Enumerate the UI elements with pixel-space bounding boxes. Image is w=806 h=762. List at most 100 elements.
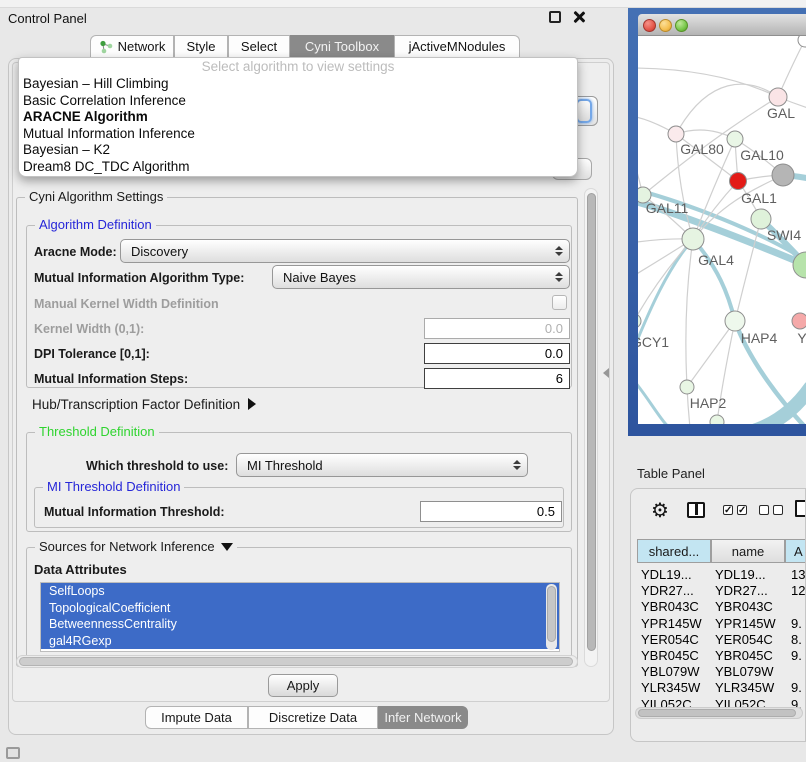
table-cell[interactable]: YDL19... [715, 567, 766, 582]
algorithm-option[interactable]: Dream8 DC_TDC Algorithm [19, 159, 577, 176]
node-label: GAL80 [680, 141, 724, 157]
table-horizontal-scrollbar[interactable] [635, 707, 803, 719]
network-node[interactable] [772, 164, 794, 186]
manual-kernel-checkbox[interactable] [552, 295, 567, 310]
column-header-name[interactable]: name [711, 539, 785, 563]
minimize-traffic-light[interactable] [659, 19, 672, 32]
dpi-tolerance-input[interactable]: 0.0 [424, 343, 570, 364]
table-cell[interactable]: YBR043C [641, 599, 699, 614]
network-node[interactable] [682, 228, 704, 250]
network-edge[interactable] [686, 239, 693, 387]
unchecked-box-icon[interactable] [759, 505, 769, 515]
table-cell[interactable]: YLR345W [715, 680, 774, 695]
settings-vertical-scrollbar[interactable] [584, 188, 598, 667]
threshold-definition-title: Threshold Definition [35, 424, 159, 439]
network-node[interactable] [751, 209, 771, 229]
node-label: HAP2 [690, 395, 727, 411]
table-cell[interactable]: YPR145W [715, 616, 776, 631]
unchecked-box-icon[interactable] [773, 505, 783, 515]
tab-discretize-data[interactable]: Discretize Data [248, 706, 378, 729]
network-node[interactable] [638, 314, 641, 328]
zoom-traffic-light[interactable] [675, 19, 688, 32]
table-cell[interactable]: 8. [791, 632, 802, 647]
kernel-width-input[interactable]: 0.0 [424, 318, 570, 339]
network-edge[interactable] [638, 376, 673, 424]
tab-select[interactable]: Select [228, 35, 290, 58]
checked-box-icon[interactable]: ✓ [737, 505, 747, 515]
algorithm-option[interactable]: Bayesian – Hill Climbing [19, 76, 577, 93]
network-window-titlebar[interactable] [638, 14, 806, 36]
table-cell[interactable]: YDL19... [641, 567, 692, 582]
table-cell[interactable]: 9. [791, 680, 802, 695]
table-cell[interactable]: YBL079W [715, 664, 774, 679]
table-panel: ⚙ ✓ ✓ shared... name A YDL19... YDL19... 1… [630, 488, 806, 742]
network-tab-icon [99, 40, 114, 54]
tab-impute-data[interactable]: Impute Data [145, 706, 248, 729]
tab-infer-network[interactable]: Infer Network [378, 706, 468, 729]
table-cell[interactable]: YBR043C [715, 599, 773, 614]
close-traffic-light[interactable] [643, 19, 656, 32]
network-node[interactable] [727, 131, 743, 147]
table-cell[interactable]: YDR27... [715, 583, 768, 598]
tab-network[interactable]: Network [90, 35, 174, 58]
which-threshold-combo[interactable]: MI Threshold [236, 453, 528, 477]
table-cell[interactable]: YER054C [641, 632, 699, 647]
close-panel-icon[interactable] [572, 10, 586, 24]
combo-spinner-icon [549, 246, 569, 256]
algorithm-option[interactable]: Mutual Information Inference [19, 126, 577, 143]
mi-steps-input[interactable]: 6 [424, 368, 570, 389]
data-attribute-item[interactable]: gal4RGexp [41, 633, 559, 650]
table-cell[interactable]: YLR345W [641, 680, 700, 695]
column-header-shared-name[interactable]: shared... [637, 539, 711, 563]
data-attributes-list[interactable]: SelfLoopsTopologicalCoefficientBetweenne… [40, 582, 560, 652]
data-attribute-item[interactable]: BetweennessCentrality [41, 616, 559, 633]
apply-button[interactable]: Apply [268, 674, 338, 697]
network-canvas[interactable]: GALGAL80GAL10GAL1GAL11SWI4GAL4GCY1HAP4YH… [638, 36, 806, 424]
network-node[interactable] [710, 415, 724, 424]
mi-threshold-input[interactable]: 0.5 [420, 501, 562, 522]
settings-horizontal-scrollbar[interactable] [16, 655, 578, 668]
split-columns-icon[interactable] [687, 502, 705, 518]
table-cell[interactable]: YER054C [715, 632, 773, 647]
table-cell[interactable]: 13 [791, 567, 805, 582]
algorithm-option[interactable]: ARACNE Algorithm [19, 109, 577, 126]
panel-collapse-handle[interactable] [603, 368, 609, 378]
table-cell[interactable]: YBR045C [641, 648, 699, 663]
data-attributes-label: Data Attributes [34, 562, 127, 577]
document-icon[interactable] [795, 500, 806, 517]
checked-box-icon[interactable]: ✓ [723, 505, 733, 515]
node-label: Y [797, 330, 806, 346]
hub-definition-expander[interactable]: Hub/Transcription Factor Definition [32, 397, 256, 412]
table-cell[interactable]: YDR27... [641, 583, 694, 598]
table-cell[interactable]: YPR145W [641, 616, 702, 631]
table-cell[interactable]: YBL079W [641, 664, 700, 679]
sources-title-row[interactable]: Sources for Network Inference [35, 539, 237, 554]
network-node[interactable] [680, 380, 694, 394]
aracne-mode-combo[interactable]: Discovery [120, 239, 570, 263]
table-cell[interactable]: YBR045C [715, 648, 773, 663]
network-node[interactable] [798, 36, 806, 47]
minimized-panel-icon[interactable] [6, 747, 20, 759]
network-edge[interactable] [676, 84, 778, 134]
network-node[interactable] [725, 311, 745, 331]
float-panel-icon[interactable] [549, 11, 561, 23]
column-header-clipped[interactable]: A [785, 539, 806, 563]
network-node[interactable] [792, 313, 806, 329]
data-attribute-item[interactable]: TopologicalCoefficient [41, 600, 559, 617]
tab-cyni-toolbox[interactable]: Cyni Toolbox [290, 35, 394, 58]
attributes-list-scrollbar[interactable] [546, 584, 557, 650]
network-node[interactable] [730, 173, 747, 190]
algorithm-option[interactable]: Basic Correlation Inference [19, 93, 577, 110]
gear-icon[interactable]: ⚙ [651, 498, 669, 523]
mi-algorithm-type-combo[interactable]: Naive Bayes [272, 265, 570, 289]
tab-jactivemnodules[interactable]: jActiveMNodules [394, 35, 520, 58]
data-attribute-item[interactable]: SelfLoops [41, 583, 559, 600]
algorithm-option[interactable]: Bayesian – K2 [19, 142, 577, 159]
network-edge[interactable] [638, 68, 778, 97]
network-node[interactable] [769, 88, 787, 106]
table-cell[interactable]: 12 [791, 583, 805, 598]
table-cell[interactable]: 9. [791, 616, 802, 631]
table-cell[interactable]: 9. [791, 648, 802, 663]
network-node[interactable] [668, 126, 684, 142]
tab-style[interactable]: Style [174, 35, 228, 58]
